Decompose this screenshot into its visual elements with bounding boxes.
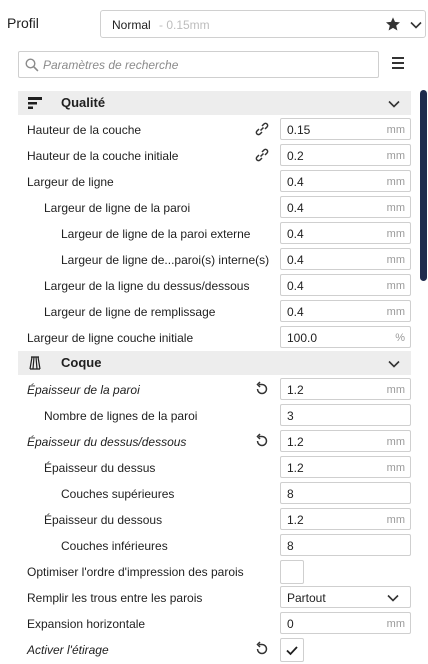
setting-field[interactable]: 1.2 mm (280, 378, 411, 400)
profile-selector[interactable]: Normal - 0.15mm (100, 10, 426, 38)
field-value: Partout (287, 591, 326, 605)
setting-label: Hauteur de la couche initiale (27, 149, 179, 163)
field-value: 0.4 (287, 279, 304, 293)
search-placeholder: Paramètres de recherche (43, 58, 179, 72)
field-value: 1.2 (287, 435, 304, 449)
field-value: 100.0 (287, 331, 318, 345)
field-value: 0.2 (287, 149, 304, 163)
chevron-down-icon[interactable] (387, 97, 401, 114)
setting-label: Hauteur de la couche (27, 123, 142, 137)
setting-field[interactable]: 3 (280, 404, 411, 426)
setting-label: Expansion horizontale (27, 617, 146, 631)
chevron-down-icon[interactable] (409, 18, 423, 35)
setting-field[interactable]: 0.4 mm (280, 222, 411, 244)
setting-label: Largeur de ligne de la paroi (44, 201, 191, 215)
setting-field[interactable]: 0.4 mm (280, 170, 411, 192)
search-icon (25, 58, 39, 75)
setting-field[interactable]: 0 mm (280, 612, 411, 634)
chevron-down-icon[interactable] (387, 357, 401, 374)
field-unit: mm (386, 384, 405, 396)
setting-label: Épaisseur du dessus/dessous (27, 435, 187, 449)
section-shell[interactable]: Coque (18, 351, 411, 375)
setting-field[interactable]: 0.15 mm (280, 118, 411, 140)
field-unit: mm (386, 280, 405, 292)
setting-field[interactable]: 0.4 mm (280, 300, 411, 322)
field-value: 1.2 (287, 461, 304, 475)
setting-field[interactable]: 0.4 mm (280, 274, 411, 296)
field-value: 1.2 (287, 383, 304, 397)
field-unit: mm (386, 436, 405, 448)
field-value: 3 (287, 409, 294, 423)
link-icon[interactable] (254, 121, 270, 140)
setting-label: Largeur de ligne couche initiale (27, 331, 194, 345)
reset-icon[interactable] (254, 641, 270, 660)
setting-field[interactable]: 100.0% (280, 326, 411, 348)
profile-name: Normal (112, 18, 151, 32)
setting-label: Couches supérieures (61, 487, 175, 501)
field-unit: mm (386, 202, 405, 214)
setting-label: Épaisseur du dessus (44, 461, 156, 475)
shell-icon (27, 355, 43, 374)
setting-label: Optimiser l'ordre d'impression des paroi… (27, 565, 244, 579)
field-value: 8 (287, 487, 294, 501)
setting-label: Largeur de ligne de...paroi(s) interne(s… (61, 253, 270, 267)
setting-label: Épaisseur de la paroi (27, 383, 140, 397)
field-unit: mm (386, 462, 405, 474)
checkmark-icon (285, 643, 299, 660)
chevron-down-icon (386, 591, 400, 608)
field-value: 8 (287, 539, 294, 553)
setting-field[interactable]: 1.2 mm (280, 430, 411, 452)
section-quality[interactable]: Qualité (18, 91, 411, 115)
field-unit: mm (386, 618, 405, 630)
setting-checkbox[interactable] (280, 560, 304, 584)
field-value: 0.4 (287, 253, 304, 267)
field-value: 0.4 (287, 201, 304, 215)
setting-label: Épaisseur du dessous (44, 513, 163, 527)
star-icon[interactable] (385, 16, 401, 35)
setting-label: Couches inférieures (61, 539, 168, 553)
scrollbar[interactable] (420, 90, 427, 281)
search-input[interactable]: Paramètres de recherche (18, 51, 379, 78)
setting-field[interactable]: 0.2 mm (280, 144, 411, 166)
field-unit: mm (386, 124, 405, 136)
setting-label: Largeur de la ligne du dessus/dessous (44, 279, 250, 293)
field-unit: mm (386, 514, 405, 526)
setting-label: Largeur de ligne de remplissage (44, 305, 216, 319)
field-unit: mm (386, 228, 405, 240)
field-value: 0 (287, 617, 294, 631)
setting-field[interactable]: 8 (280, 482, 411, 504)
setting-checkbox[interactable] (280, 638, 304, 662)
section-title: Qualité (61, 95, 106, 110)
menu-icon[interactable] (390, 56, 406, 73)
setting-label: Largeur de ligne de la paroi externe (61, 227, 251, 241)
setting-dropdown[interactable]: Partout (280, 586, 411, 608)
field-value: 0.4 (287, 175, 304, 189)
link-icon[interactable] (254, 147, 270, 166)
setting-label: Largeur de ligne (27, 175, 114, 189)
setting-field[interactable]: 0.4 mm (280, 248, 411, 270)
reset-icon[interactable] (254, 381, 270, 400)
setting-field[interactable]: 1.2 mm (280, 456, 411, 478)
quality-icon (27, 95, 43, 114)
profile-label: Profil (7, 15, 39, 31)
field-value: 0.4 (287, 227, 304, 241)
setting-field[interactable]: 8 (280, 534, 411, 556)
setting-field[interactable]: 0.4 mm (280, 196, 411, 218)
field-unit: mm (386, 254, 405, 266)
field-value: 0.15 (287, 123, 311, 137)
setting-label: Activer l'étirage (27, 643, 109, 657)
profile-quality: - 0.15mm (159, 18, 210, 32)
setting-label: Remplir les trous entre les parois (27, 591, 203, 605)
field-unit: mm (386, 176, 405, 188)
field-value: 0.4 (287, 305, 304, 319)
setting-field[interactable]: 1.2 mm (280, 508, 411, 530)
section-title: Coque (61, 355, 102, 370)
field-unit: mm (386, 306, 405, 318)
setting-label: Nombre de lignes de la paroi (44, 409, 198, 423)
field-unit: % (395, 332, 405, 344)
field-unit: mm (386, 150, 405, 162)
field-value: 1.2 (287, 513, 304, 527)
reset-icon[interactable] (254, 433, 270, 452)
